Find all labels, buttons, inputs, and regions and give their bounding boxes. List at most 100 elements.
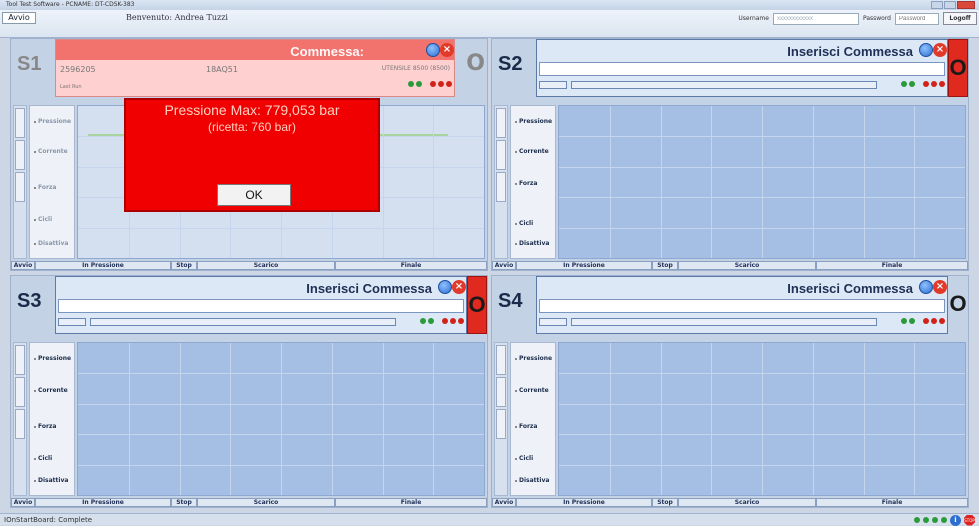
chart-legend: Pressione Corrente Forza Cicli Disattiva xyxy=(29,105,75,259)
legend-forza[interactable]: Forza xyxy=(34,423,56,430)
commessa-label: Commessa: xyxy=(290,44,364,59)
legend-cicli[interactable]: Cicli xyxy=(34,216,52,223)
status-leds xyxy=(901,81,945,87)
close-icon[interactable]: × xyxy=(933,280,947,294)
grid-line xyxy=(559,167,965,168)
legend-corrente[interactable]: Corrente xyxy=(515,148,549,155)
grid-line xyxy=(610,343,611,495)
footer-avvio: Avvio xyxy=(11,498,35,507)
close-window-button[interactable] xyxy=(957,1,975,9)
password-input[interactable] xyxy=(895,13,939,25)
grid-line xyxy=(762,106,763,258)
chart-legend: Pressione Corrente Forza Cicli Disattiva xyxy=(29,342,75,496)
footer-avvio: Avvio xyxy=(492,261,516,270)
footer-stop: Stop xyxy=(171,498,197,507)
footer-stop: Stop xyxy=(652,498,678,507)
footer-scarico: Scarico xyxy=(678,498,816,507)
progress-bar xyxy=(571,81,877,89)
commessa-input[interactable] xyxy=(58,299,464,313)
search-icon[interactable] xyxy=(919,43,933,57)
legend-disattiva[interactable]: Disattiva xyxy=(515,477,549,484)
commessa-box: Commessa: × 2596205 18AQ51 UTENSILE 8500… xyxy=(55,39,455,97)
legend-disattiva[interactable]: Disattiva xyxy=(515,240,549,247)
grid-line xyxy=(559,228,965,229)
grid-line xyxy=(281,343,282,495)
legend-forza[interactable]: Forza xyxy=(515,423,537,430)
grid-line xyxy=(78,434,484,435)
commessa-input[interactable] xyxy=(539,299,945,313)
station-panel-s4: S4 Inserisci Commessa × O Pressione Corr… xyxy=(491,275,969,508)
legend-pressione[interactable]: Pressione xyxy=(34,118,71,125)
legend-disattiva[interactable]: Disattiva xyxy=(34,240,68,247)
alarm-message: Pressione Max: 779,053 bar xyxy=(126,102,378,118)
legend-cicli[interactable]: Cicli xyxy=(515,455,533,462)
status-leds xyxy=(420,318,464,324)
vertical-tabs[interactable] xyxy=(13,342,27,496)
grid-line xyxy=(78,465,484,466)
footer-in-pressione: In Pressione xyxy=(35,498,171,507)
username-input[interactable] xyxy=(773,13,859,25)
legend-forza[interactable]: Forza xyxy=(34,184,56,191)
footer-finale: Finale xyxy=(335,261,487,270)
close-icon[interactable]: × xyxy=(933,43,947,57)
stop-icon[interactable]: STOP xyxy=(964,515,975,526)
footer-scarico: Scarico xyxy=(197,498,335,507)
legend-pressione[interactable]: Pressione xyxy=(515,355,552,362)
legend-pressione[interactable]: Pressione xyxy=(34,355,71,362)
legend-cicli[interactable]: Cicli xyxy=(34,455,52,462)
grid-line xyxy=(78,373,484,374)
led-1 xyxy=(914,517,920,523)
window-titlebar: Tool Test Software - PCNAME: DT-CDSK-383 xyxy=(0,0,979,10)
search-icon[interactable] xyxy=(438,280,452,294)
minimize-button[interactable] xyxy=(931,1,943,9)
legend-corrente[interactable]: Corrente xyxy=(515,387,549,394)
maximize-button[interactable] xyxy=(944,1,956,9)
search-icon[interactable] xyxy=(426,43,440,57)
vertical-tabs[interactable] xyxy=(494,342,508,496)
ok-button[interactable]: OK xyxy=(217,184,291,206)
grid-line xyxy=(383,343,384,495)
commessa-input[interactable] xyxy=(539,62,945,76)
legend-forza[interactable]: Forza xyxy=(515,180,537,187)
legend-pressione[interactable]: Pressione xyxy=(515,118,552,125)
info-icon[interactable]: i xyxy=(950,515,961,526)
footer-scarico: Scarico xyxy=(678,261,816,270)
grid-line xyxy=(433,343,434,495)
grid-line xyxy=(661,343,662,495)
legend-corrente[interactable]: Corrente xyxy=(34,387,68,394)
led-3 xyxy=(932,517,938,523)
grid-line xyxy=(711,343,712,495)
footer-avvio: Avvio xyxy=(11,261,35,270)
o-indicator: O xyxy=(467,276,487,334)
grid-line xyxy=(864,343,865,495)
logoff-button[interactable]: Logoff xyxy=(943,12,977,25)
vertical-tabs[interactable] xyxy=(13,105,27,259)
pressure-alarm-dialog: Pressione Max: 779,053 bar (ricetta: 760… xyxy=(124,98,380,212)
status-label: Last Run xyxy=(60,84,82,90)
vertical-tabs[interactable] xyxy=(494,105,508,259)
grid-line xyxy=(129,343,130,495)
status-text: IOnStartBoard: Complete xyxy=(4,516,92,524)
utensile-label: UTENSILE 8500 (8500) xyxy=(382,65,450,72)
station-header: S1 Commessa: × 2596205 18AQ51 UTENSILE 8… xyxy=(11,39,487,99)
legend-corrente[interactable]: Corrente xyxy=(34,148,68,155)
grid-line xyxy=(813,343,814,495)
top-bar: Avvio Benvenuto: Andrea Tuzzi Username P… xyxy=(0,10,979,38)
station-body: Pressione Corrente Forza Cicli Disattiva xyxy=(492,340,968,498)
led-2 xyxy=(923,517,929,523)
phase-footer: Avvio In Pressione Stop Scarico Finale xyxy=(492,261,968,270)
grid-line xyxy=(762,343,763,495)
legend-cicli[interactable]: Cicli xyxy=(515,220,533,227)
window-title: Tool Test Software - PCNAME: DT-CDSK-383 xyxy=(6,1,134,8)
commessa-box: Inserisci Commessa × xyxy=(536,39,948,97)
avvio-button[interactable]: Avvio xyxy=(2,12,36,24)
o-indicator: O xyxy=(466,51,485,76)
grid-line xyxy=(610,106,611,258)
search-icon[interactable] xyxy=(919,280,933,294)
close-icon[interactable]: × xyxy=(452,280,466,294)
window-controls xyxy=(931,1,975,9)
legend-disattiva[interactable]: Disattiva xyxy=(34,477,68,484)
station-body: Pressione Corrente Forza Cicli Disattiva xyxy=(11,340,487,498)
close-icon[interactable]: × xyxy=(440,43,454,57)
chart-area xyxy=(558,342,966,496)
